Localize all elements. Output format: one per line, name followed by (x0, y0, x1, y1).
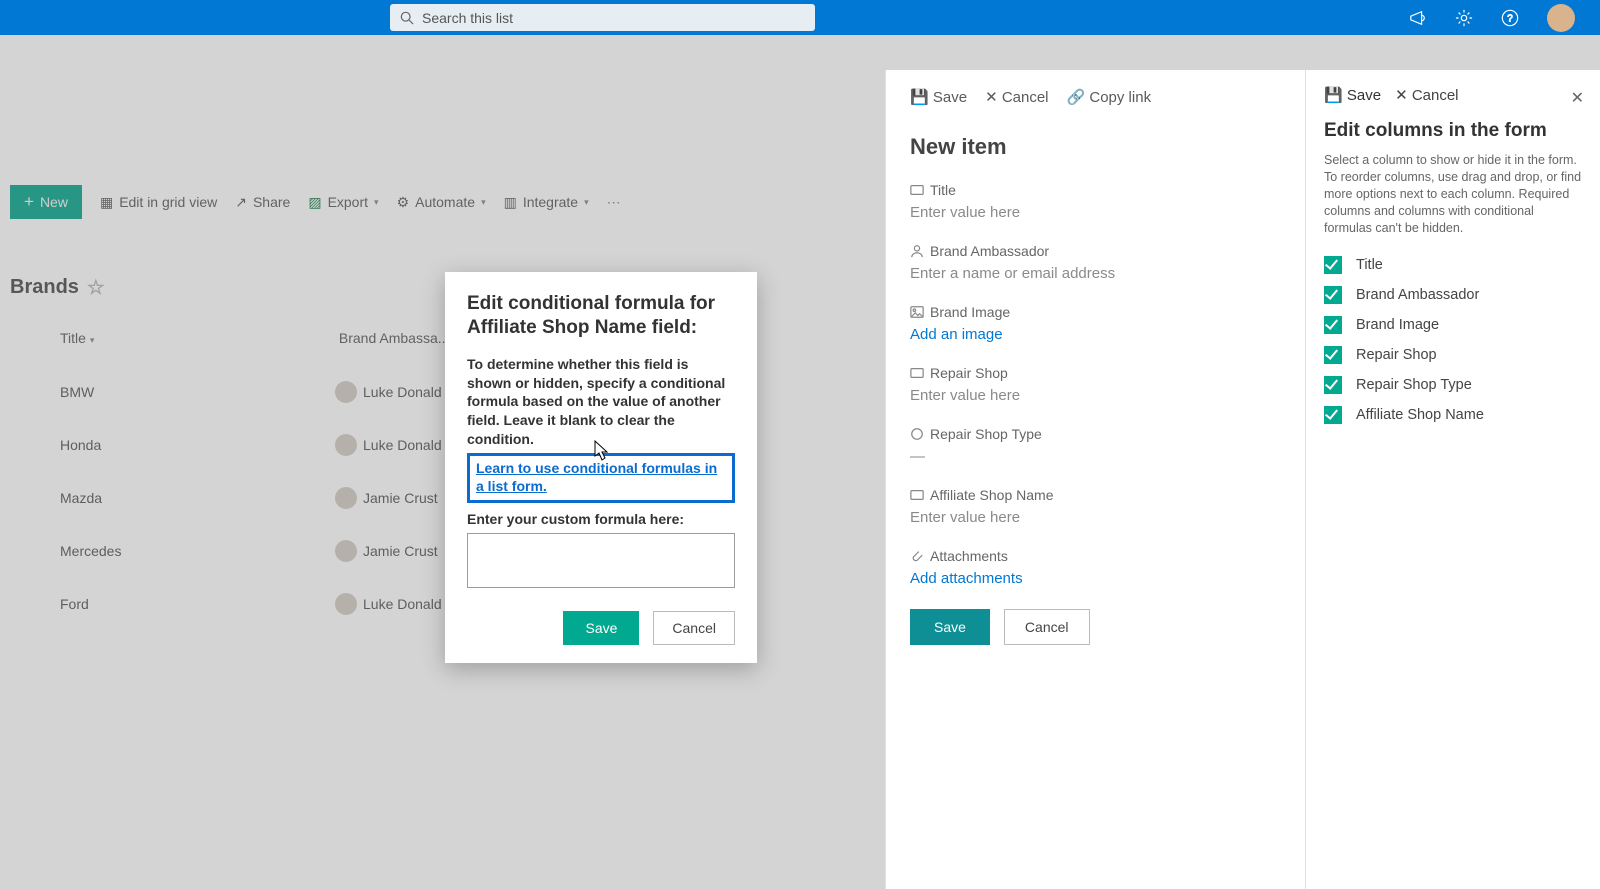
column-toggle-repairshop[interactable]: Repair Shop (1324, 346, 1582, 364)
search-input[interactable]: Search this list (390, 4, 815, 31)
add-attachments-link[interactable]: Add attachments (910, 570, 1281, 587)
app-header: Search this list ? (0, 0, 1600, 35)
column-toggle-brandimage[interactable]: Brand Image (1324, 316, 1582, 334)
column-toggle-repairtype[interactable]: Repair Shop Type (1324, 376, 1582, 394)
attachment-icon (910, 549, 924, 563)
column-toggle-title[interactable]: Title (1324, 256, 1582, 274)
field-label-repairshop: Repair Shop (930, 365, 1008, 381)
text-icon (910, 488, 924, 502)
add-image-link[interactable]: Add an image (910, 326, 1281, 343)
checkbox-icon (1324, 346, 1342, 364)
title-input[interactable]: Enter value here (910, 204, 1281, 221)
checkbox-icon (1324, 316, 1342, 334)
editcols-description: Select a column to show or hide it in th… (1324, 152, 1582, 236)
text-icon (910, 183, 924, 197)
column-toggle-affiliate[interactable]: Affiliate Shop Name (1324, 406, 1582, 424)
learn-formulas-link[interactable]: Learn to use conditional formulas in a l… (476, 460, 717, 494)
newitem-save-button[interactable]: Save (910, 609, 990, 645)
panel-save-button[interactable]: 💾 Save (910, 88, 967, 106)
help-icon[interactable]: ? (1501, 9, 1519, 27)
field-label-affiliate: Affiliate Shop Name (930, 487, 1053, 503)
search-icon (400, 11, 414, 25)
panel-cancel-button[interactable]: ✕ Cancel (985, 88, 1048, 106)
ambassador-input[interactable]: Enter a name or email address (910, 265, 1281, 282)
copy-link-button[interactable]: 🔗 Copy link (1067, 88, 1152, 106)
text-icon (910, 366, 924, 380)
close-icon[interactable]: ✕ (1571, 88, 1584, 108)
field-label-attachments: Attachments (930, 548, 1008, 564)
new-item-heading: New item (910, 134, 1281, 160)
formula-input[interactable] (467, 533, 735, 588)
learn-link-highlight: Learn to use conditional formulas in a l… (467, 453, 735, 503)
editcols-heading: Edit columns in the form (1324, 120, 1582, 142)
checkbox-icon (1324, 376, 1342, 394)
formula-label: Enter your custom formula here: (467, 511, 735, 527)
svg-text:?: ? (1507, 13, 1513, 24)
editcols-cancel-button[interactable]: ✕ Cancel (1395, 86, 1458, 104)
edit-columns-panel: 💾 Save ✕ Cancel ✕ Edit columns in the fo… (1305, 70, 1600, 889)
checkbox-icon (1324, 286, 1342, 304)
field-label-ambassador: Brand Ambassador (930, 243, 1049, 259)
column-toggle-ambassador[interactable]: Brand Ambassador (1324, 286, 1582, 304)
search-placeholder: Search this list (422, 10, 513, 26)
affiliate-input[interactable]: Enter value here (910, 509, 1281, 526)
dialog-title: Edit conditional formula for Affiliate S… (467, 292, 735, 341)
gear-icon[interactable] (1455, 9, 1473, 27)
image-icon (910, 305, 924, 319)
choice-icon (910, 427, 924, 441)
megaphone-icon[interactable] (1409, 9, 1427, 27)
repairshop-input[interactable]: Enter value here (910, 387, 1281, 404)
field-label-repairtype: Repair Shop Type (930, 426, 1042, 442)
repairtype-input[interactable]: — (910, 448, 1281, 465)
dialog-save-button[interactable]: Save (563, 611, 639, 645)
checkbox-icon (1324, 256, 1342, 274)
dialog-cancel-button[interactable]: Cancel (653, 611, 735, 645)
avatar[interactable] (1547, 4, 1575, 32)
person-icon (910, 244, 924, 258)
checkbox-icon (1324, 406, 1342, 424)
field-label-title: Title (930, 182, 956, 198)
dialog-body: To determine whether this field is shown… (467, 355, 735, 449)
conditional-formula-dialog: Edit conditional formula for Affiliate S… (445, 272, 757, 663)
editcols-save-button[interactable]: 💾 Save (1324, 86, 1381, 104)
new-item-panel: 💾 Save ✕ Cancel 🔗 Copy link New item Tit… (885, 70, 1305, 889)
field-label-brandimage: Brand Image (930, 304, 1010, 320)
newitem-cancel-button[interactable]: Cancel (1004, 609, 1090, 645)
